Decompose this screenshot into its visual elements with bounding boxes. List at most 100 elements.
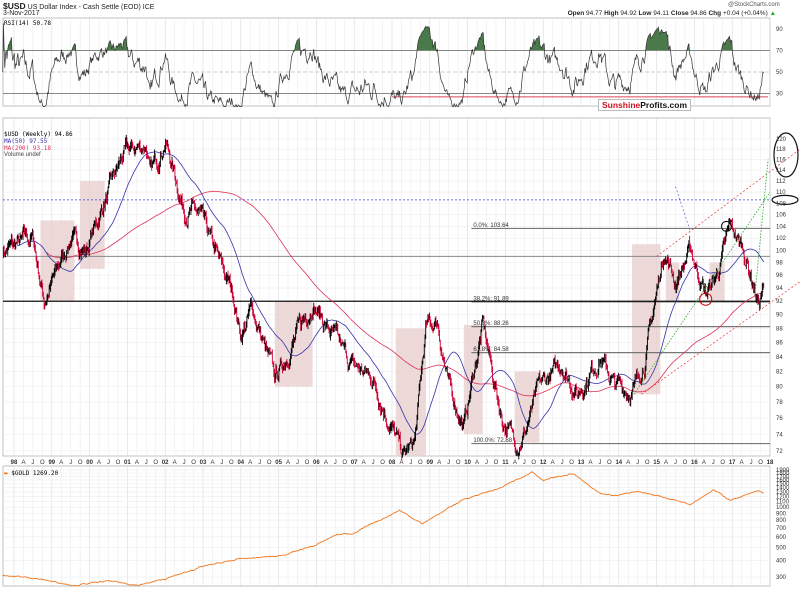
x-tick-year: 09: [426, 460, 433, 466]
x-tick-month: J: [485, 460, 488, 466]
x-tick-month: J: [447, 460, 450, 466]
y-tick-price: 116: [776, 158, 786, 164]
shaded-range: [40, 220, 75, 302]
gold-legend: ▬ $GOLD 1269.20: [4, 470, 58, 477]
y-tick-gold: 900: [776, 511, 787, 517]
x-tick-month: O: [456, 460, 461, 466]
x-tick-month: A: [399, 460, 403, 466]
chart-date: 3-Nov-2017: [3, 10, 40, 17]
green-trend-line: [754, 159, 769, 295]
legend-ma200: MA(200) 93.18: [4, 145, 51, 152]
x-tick-year: 11: [502, 460, 509, 466]
x-tick-month: J: [31, 460, 34, 466]
x-tick-month: J: [107, 460, 110, 466]
x-tick-month: O: [191, 460, 196, 466]
x-tick-month: O: [645, 460, 650, 466]
x-tick-month: A: [437, 460, 441, 466]
x-tick-month: J: [598, 460, 601, 466]
x-tick-year: 02: [162, 460, 169, 466]
y-tick-price: 80: [776, 385, 783, 391]
gold-swatch-icon: ▬: [4, 470, 8, 477]
x-tick-month: J: [334, 460, 337, 466]
x-tick-month: O: [229, 460, 234, 466]
x-tick-month: J: [258, 460, 261, 466]
rsi-legend: RSI(14) 50.78: [4, 20, 51, 27]
stock-chart: 0.0%: 103.6438.2%: 91.8950.0%: 88.2661.8…: [2, 17, 800, 587]
x-tick-month: A: [59, 460, 63, 466]
x-tick-year: 03: [200, 460, 207, 466]
close-label: Close: [670, 10, 689, 17]
x-tick-year: 15: [653, 460, 660, 466]
x-tick-year: 00: [86, 460, 93, 466]
y-tick-gold: 400: [776, 558, 787, 564]
x-tick-month: J: [636, 460, 639, 466]
rsi-overbought-fill: [2, 23, 764, 51]
x-tick-month: O: [758, 460, 763, 466]
x-tick-month: J: [145, 460, 148, 466]
x-tick-month: J: [69, 460, 72, 466]
y-tick-price: 112: [776, 179, 786, 185]
x-tick-month: J: [372, 460, 375, 466]
x-tick-month: J: [750, 460, 753, 466]
y-tick-price: 94: [776, 286, 783, 292]
y-tick-price: 86: [776, 340, 783, 346]
x-tick-year: 13: [578, 460, 585, 466]
x-tick-month: J: [409, 460, 412, 466]
y-tick-gold: 1000: [776, 505, 790, 511]
title-text: US Dollar Index - Cash Settle (EOD) ICE: [27, 4, 155, 11]
y-tick-gold: 500: [776, 545, 787, 551]
x-tick-year: 04: [237, 460, 244, 466]
x-tick-month: O: [305, 460, 310, 466]
y-tick-rsi: 50: [776, 70, 783, 76]
x-tick-year: 08: [389, 460, 396, 466]
fib-label: 50.0%: 88.26: [473, 321, 509, 327]
sunshine-profits-watermark: SunshineProfits.com: [598, 99, 692, 111]
x-tick-year: 98: [11, 460, 18, 466]
x-tick-month: J: [674, 460, 677, 466]
y-tick-gold: 800: [776, 518, 787, 524]
x-tick-year: 07: [351, 460, 358, 466]
y-tick-price: 76: [776, 416, 783, 422]
x-tick-month: A: [173, 460, 177, 466]
stockcharts-credit: @StockCharts.com: [728, 2, 780, 8]
watermark-part1: Sunshine: [602, 100, 641, 110]
x-tick-month: O: [607, 460, 612, 466]
y-tick-price: 120: [776, 137, 787, 143]
x-tick-month: J: [561, 460, 564, 466]
y-tick-price: 96: [776, 273, 783, 279]
legend-price: $USD (Weekly) 94.86: [4, 131, 73, 138]
low-label: Low: [638, 10, 652, 17]
y-tick-gold: 700: [776, 526, 787, 532]
up-arrow-icon: ▲: [769, 10, 776, 17]
x-tick-month: A: [286, 460, 290, 466]
x-tick-month: A: [626, 460, 630, 466]
x-tick-month: A: [210, 460, 214, 466]
x-tick-year: 17: [729, 460, 736, 466]
x-tick-month: O: [569, 460, 574, 466]
x-tick-month: A: [21, 460, 25, 466]
x-tick-month: A: [551, 460, 555, 466]
y-tick-price: 88: [776, 326, 783, 332]
x-tick-month: A: [513, 460, 517, 466]
x-tick-month: J: [523, 460, 526, 466]
x-tick-year: 10: [464, 460, 471, 466]
y-tick-price: 72: [776, 449, 783, 455]
y-tick-price: 118: [776, 147, 786, 153]
x-tick-month: J: [712, 460, 715, 466]
y-tick-price: 78: [776, 400, 783, 406]
high-value: 94.92: [620, 10, 637, 17]
y-tick-price: 102: [776, 236, 787, 242]
x-tick-month: O: [342, 460, 347, 466]
blue-dashed-line: [675, 186, 691, 233]
x-tick-month: A: [324, 460, 328, 466]
y-tick-price: 106: [776, 213, 787, 219]
x-tick-month: J: [183, 460, 186, 466]
gold-label: $GOLD 1269.20: [11, 470, 59, 477]
y-tick-price: 92: [776, 299, 783, 305]
shaded-range: [80, 181, 105, 269]
x-tick-month: A: [248, 460, 252, 466]
x-tick-year: 16: [691, 460, 698, 466]
x-tick-month: A: [702, 460, 706, 466]
y-tick-price: 84: [776, 355, 783, 361]
price-legend: $USD (Weekly) 94.86 MA(50) 97.55 MA(200)…: [4, 131, 73, 159]
